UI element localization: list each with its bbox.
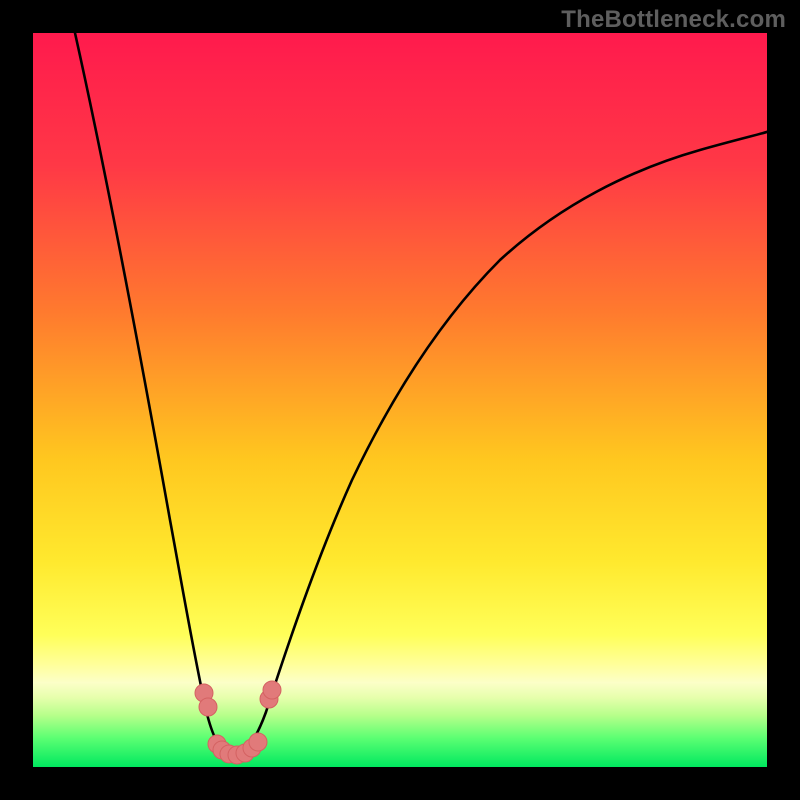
plot-area bbox=[33, 33, 767, 767]
bottleneck-chart bbox=[0, 0, 800, 800]
chart-frame: TheBottleneck.com bbox=[0, 0, 800, 800]
watermark-text: TheBottleneck.com bbox=[561, 6, 786, 34]
